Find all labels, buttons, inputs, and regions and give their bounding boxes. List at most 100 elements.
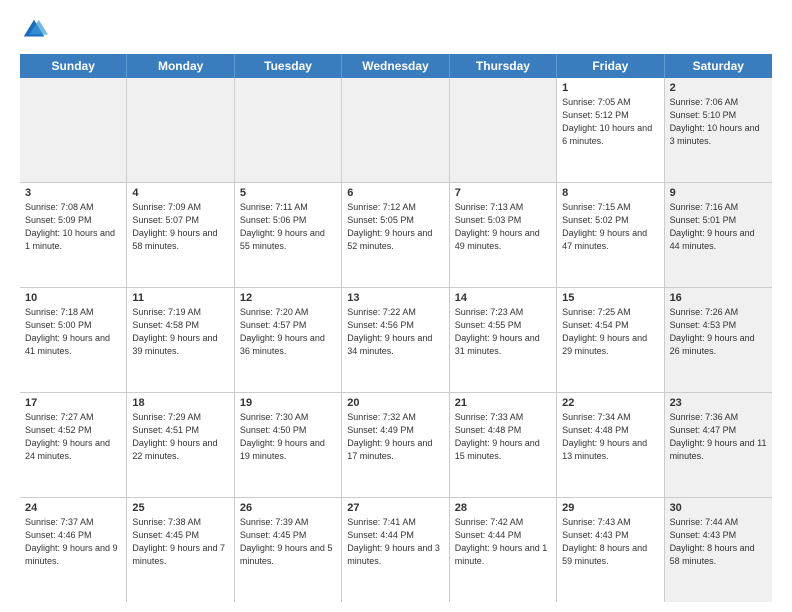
day-info: Sunrise: 7:06 AM Sunset: 5:10 PM Dayligh… <box>670 96 767 148</box>
calendar-day-19: 19 Sunrise: 7:30 AM Sunset: 4:50 PM Dayli… <box>235 393 342 497</box>
day-info: Sunrise: 7:23 AM Sunset: 4:55 PM Dayligh… <box>455 306 551 358</box>
calendar-day-18: 18 Sunrise: 7:29 AM Sunset: 4:51 PM Dayli… <box>127 393 234 497</box>
day-number: 23 <box>670 397 767 409</box>
day-info: Sunrise: 7:19 AM Sunset: 4:58 PM Dayligh… <box>132 306 228 358</box>
day-info: Sunrise: 7:29 AM Sunset: 4:51 PM Dayligh… <box>132 411 228 463</box>
day-info: Sunrise: 7:30 AM Sunset: 4:50 PM Dayligh… <box>240 411 336 463</box>
calendar-day-10: 10 Sunrise: 7:18 AM Sunset: 5:00 PM Dayli… <box>20 288 127 392</box>
day-info: Sunrise: 7:43 AM Sunset: 4:43 PM Dayligh… <box>562 516 658 568</box>
calendar-day-28: 28Sunrise: 7:42 AM Sunset: 4:44 PM Dayli… <box>450 498 557 602</box>
calendar-day-26: 26 Sunrise: 7:39 AM Sunset: 4:45 PM Dayli… <box>235 498 342 602</box>
day-number: 22 <box>562 397 658 409</box>
day-number: 8 <box>562 187 658 199</box>
day-info: Sunrise: 7:39 AM Sunset: 4:45 PM Dayligh… <box>240 516 336 568</box>
day-number: 18 <box>132 397 228 409</box>
empty-cell <box>235 78 342 182</box>
day-info: Sunrise: 7:20 AM Sunset: 4:57 PM Dayligh… <box>240 306 336 358</box>
calendar-day-23: 23 Sunrise: 7:36 AM Sunset: 4:47 PM Dayli… <box>665 393 772 497</box>
calendar: SundayMondayTuesdayWednesdayThursdayFrid… <box>20 54 772 602</box>
calendar-row: 24Sunrise: 7:37 AM Sunset: 4:46 PM Dayli… <box>20 498 772 602</box>
day-number: 29 <box>562 502 658 514</box>
logo <box>20 16 52 44</box>
calendar-day-7: 7 Sunrise: 7:13 AM Sunset: 5:03 PM Daylig… <box>450 183 557 287</box>
day-info: Sunrise: 7:37 AM Sunset: 4:46 PM Dayligh… <box>25 516 121 568</box>
calendar-row: 3 Sunrise: 7:08 AM Sunset: 5:09 PM Daylig… <box>20 183 772 288</box>
header <box>20 16 772 44</box>
calendar-day-25: 25Sunrise: 7:38 AM Sunset: 4:45 PM Dayli… <box>127 498 234 602</box>
calendar-day-15: 15 Sunrise: 7:25 AM Sunset: 4:54 PM Dayli… <box>557 288 664 392</box>
day-info: Sunrise: 7:13 AM Sunset: 5:03 PM Dayligh… <box>455 201 551 253</box>
weekday-header: Thursday <box>450 54 557 78</box>
weekday-header: Friday <box>557 54 664 78</box>
day-number: 2 <box>670 82 767 94</box>
day-info: Sunrise: 7:34 AM Sunset: 4:48 PM Dayligh… <box>562 411 658 463</box>
day-info: Sunrise: 7:15 AM Sunset: 5:02 PM Dayligh… <box>562 201 658 253</box>
weekday-header: Sunday <box>20 54 127 78</box>
calendar-day-8: 8 Sunrise: 7:15 AM Sunset: 5:02 PM Daylig… <box>557 183 664 287</box>
day-number: 12 <box>240 292 336 304</box>
day-number: 1 <box>562 82 658 94</box>
day-info: Sunrise: 7:32 AM Sunset: 4:49 PM Dayligh… <box>347 411 443 463</box>
day-number: 14 <box>455 292 551 304</box>
weekday-header: Wednesday <box>342 54 449 78</box>
empty-cell <box>450 78 557 182</box>
calendar-day-5: 5 Sunrise: 7:11 AM Sunset: 5:06 PM Daylig… <box>235 183 342 287</box>
day-info: Sunrise: 7:09 AM Sunset: 5:07 PM Dayligh… <box>132 201 228 253</box>
day-info: Sunrise: 7:36 AM Sunset: 4:47 PM Dayligh… <box>670 411 767 463</box>
day-number: 27 <box>347 502 443 514</box>
weekday-header: Saturday <box>665 54 772 78</box>
day-info: Sunrise: 7:12 AM Sunset: 5:05 PM Dayligh… <box>347 201 443 253</box>
day-number: 7 <box>455 187 551 199</box>
day-info: Sunrise: 7:22 AM Sunset: 4:56 PM Dayligh… <box>347 306 443 358</box>
day-info: Sunrise: 7:44 AM Sunset: 4:43 PM Dayligh… <box>670 516 767 568</box>
calendar-header: SundayMondayTuesdayWednesdayThursdayFrid… <box>20 54 772 78</box>
day-number: 30 <box>670 502 767 514</box>
day-number: 15 <box>562 292 658 304</box>
day-number: 6 <box>347 187 443 199</box>
calendar-row: 10 Sunrise: 7:18 AM Sunset: 5:00 PM Dayli… <box>20 288 772 393</box>
calendar-day-24: 24Sunrise: 7:37 AM Sunset: 4:46 PM Dayli… <box>20 498 127 602</box>
calendar-day-21: 21 Sunrise: 7:33 AM Sunset: 4:48 PM Dayli… <box>450 393 557 497</box>
calendar-day-22: 22 Sunrise: 7:34 AM Sunset: 4:48 PM Dayli… <box>557 393 664 497</box>
day-info: Sunrise: 7:33 AM Sunset: 4:48 PM Dayligh… <box>455 411 551 463</box>
day-info: Sunrise: 7:18 AM Sunset: 5:00 PM Dayligh… <box>25 306 121 358</box>
day-info: Sunrise: 7:08 AM Sunset: 5:09 PM Dayligh… <box>25 201 121 253</box>
day-number: 21 <box>455 397 551 409</box>
day-number: 13 <box>347 292 443 304</box>
calendar-body: 1 Sunrise: 7:05 AM Sunset: 5:12 PM Daylig… <box>20 78 772 602</box>
day-number: 26 <box>240 502 336 514</box>
day-info: Sunrise: 7:26 AM Sunset: 4:53 PM Dayligh… <box>670 306 767 358</box>
calendar-day-13: 13 Sunrise: 7:22 AM Sunset: 4:56 PM Dayli… <box>342 288 449 392</box>
calendar-row: 17Sunrise: 7:27 AM Sunset: 4:52 PM Dayli… <box>20 393 772 498</box>
day-info: Sunrise: 7:05 AM Sunset: 5:12 PM Dayligh… <box>562 96 658 148</box>
day-number: 20 <box>347 397 443 409</box>
day-number: 3 <box>25 187 121 199</box>
day-number: 19 <box>240 397 336 409</box>
calendar-day-14: 14 Sunrise: 7:23 AM Sunset: 4:55 PM Dayli… <box>450 288 557 392</box>
weekday-header: Tuesday <box>235 54 342 78</box>
calendar-day-3: 3 Sunrise: 7:08 AM Sunset: 5:09 PM Daylig… <box>20 183 127 287</box>
calendar-day-27: 27Sunrise: 7:41 AM Sunset: 4:44 PM Dayli… <box>342 498 449 602</box>
day-number: 25 <box>132 502 228 514</box>
day-number: 16 <box>670 292 767 304</box>
calendar-day-29: 29 Sunrise: 7:43 AM Sunset: 4:43 PM Dayli… <box>557 498 664 602</box>
day-number: 17 <box>25 397 121 409</box>
day-number: 10 <box>25 292 121 304</box>
calendar-day-17: 17Sunrise: 7:27 AM Sunset: 4:52 PM Dayli… <box>20 393 127 497</box>
calendar-day-30: 30 Sunrise: 7:44 AM Sunset: 4:43 PM Dayli… <box>665 498 772 602</box>
day-number: 9 <box>670 187 767 199</box>
day-info: Sunrise: 7:25 AM Sunset: 4:54 PM Dayligh… <box>562 306 658 358</box>
empty-cell <box>342 78 449 182</box>
calendar-day-6: 6 Sunrise: 7:12 AM Sunset: 5:05 PM Daylig… <box>342 183 449 287</box>
day-number: 5 <box>240 187 336 199</box>
calendar-day-2: 2 Sunrise: 7:06 AM Sunset: 5:10 PM Daylig… <box>665 78 772 182</box>
day-number: 28 <box>455 502 551 514</box>
day-number: 11 <box>132 292 228 304</box>
calendar-day-4: 4 Sunrise: 7:09 AM Sunset: 5:07 PM Daylig… <box>127 183 234 287</box>
day-number: 4 <box>132 187 228 199</box>
logo-icon <box>20 16 48 44</box>
day-info: Sunrise: 7:16 AM Sunset: 5:01 PM Dayligh… <box>670 201 767 253</box>
calendar-day-9: 9 Sunrise: 7:16 AM Sunset: 5:01 PM Daylig… <box>665 183 772 287</box>
calendar-day-16: 16 Sunrise: 7:26 AM Sunset: 4:53 PM Dayli… <box>665 288 772 392</box>
day-info: Sunrise: 7:11 AM Sunset: 5:06 PM Dayligh… <box>240 201 336 253</box>
